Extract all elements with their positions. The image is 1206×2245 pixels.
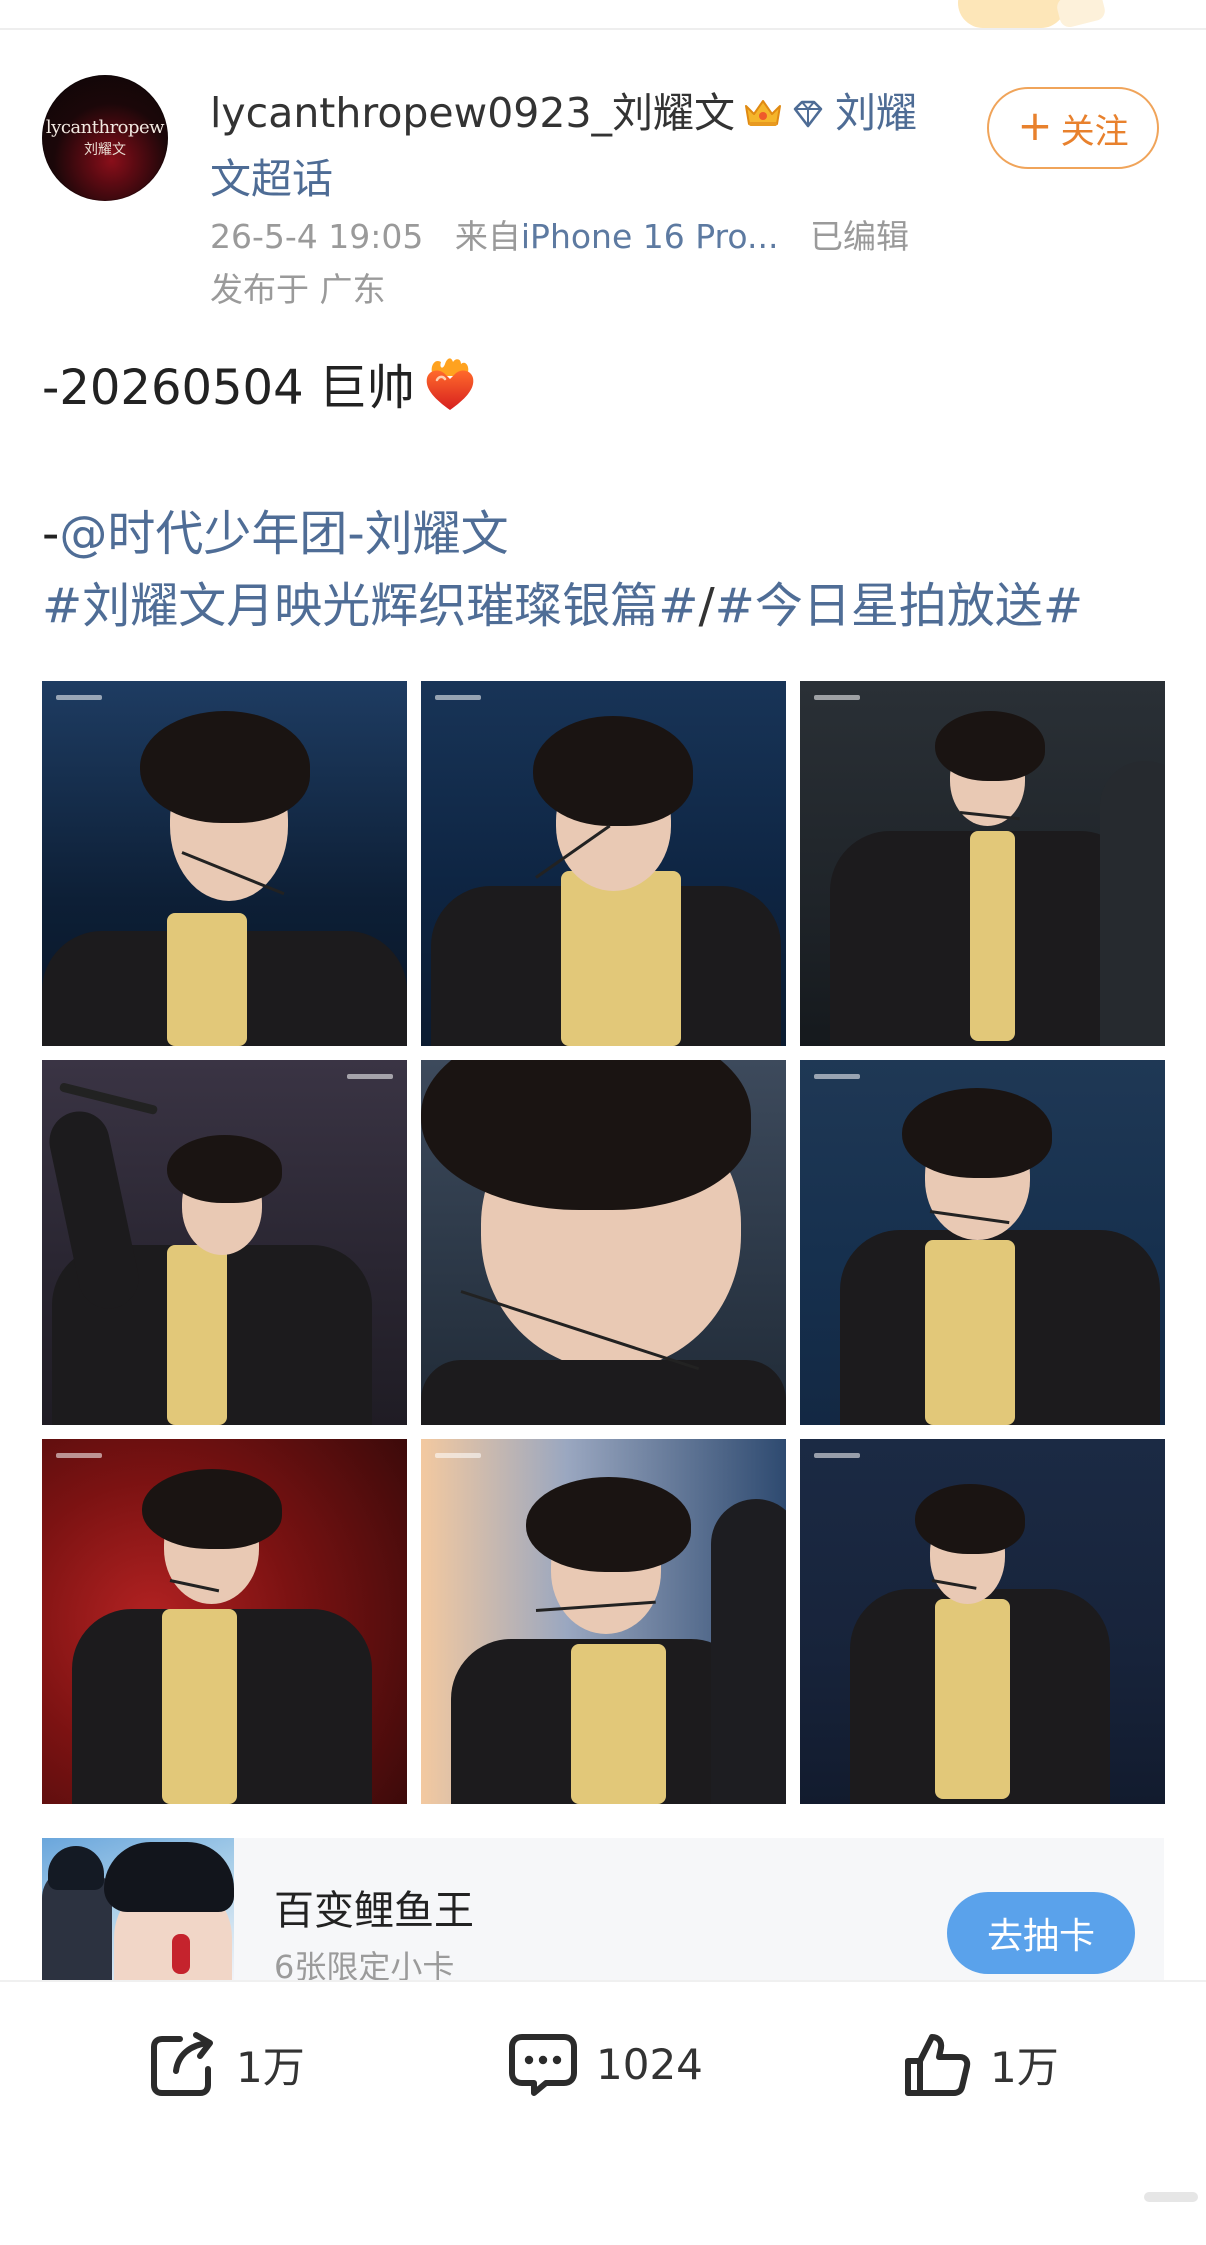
watermark: [435, 695, 481, 700]
username[interactable]: lycanthropew0923_刘耀文: [210, 89, 735, 137]
hair: [167, 1135, 282, 1203]
repost-count: 1万: [236, 2042, 305, 2092]
post-header: lycanthropew0923_刘耀文 刘耀文超话: [210, 80, 930, 212]
repost-icon: [151, 2032, 213, 2096]
crown-icon: [745, 100, 782, 126]
mention-link[interactable]: @时代少年团-刘耀文: [59, 506, 508, 562]
hair: [526, 1477, 691, 1572]
photo-2[interactable]: [421, 681, 786, 1046]
post-text-line: -20260504 巨帅: [42, 348, 479, 418]
photo-8[interactable]: [421, 1439, 786, 1804]
photo-6[interactable]: [800, 1060, 1165, 1425]
edited-label[interactable]: 已编辑: [810, 217, 909, 256]
mention-line: -@时代少年团-刘耀文: [42, 494, 509, 564]
ad-figure-right-hair: [104, 1842, 234, 1912]
post-location: 发布于 广东: [210, 270, 386, 309]
ad-red-accent: [172, 1934, 190, 1974]
photo-1[interactable]: [42, 681, 407, 1046]
handheld-mic: [58, 1082, 159, 1116]
background-person: [1100, 761, 1165, 1046]
avatar-text: lycanthropew: [45, 117, 165, 138]
diamond-icon: [793, 100, 823, 128]
ad-subtitle: 6张限定小卡: [274, 1948, 455, 1980]
follow-label: 关注: [1060, 111, 1129, 152]
shirt: [925, 1240, 1015, 1425]
draw-card-button[interactable]: 去抽卡: [947, 1892, 1135, 1974]
shirt: [571, 1644, 666, 1804]
like-count: 1万: [990, 2042, 1059, 2092]
like-icon: [905, 2034, 971, 2096]
photo-3[interactable]: [800, 681, 1165, 1046]
hashtag-line: #刘耀文月映光辉织璀璨银篇#/#今日星拍放送#: [42, 566, 1083, 636]
hair: [915, 1484, 1025, 1554]
hashtag-separator: /: [698, 578, 715, 634]
watermark: [814, 695, 860, 700]
hair: [421, 1060, 751, 1210]
comment-button[interactable]: 1024: [506, 2024, 703, 2104]
follow-button[interactable]: + 关注: [987, 87, 1159, 169]
hair: [935, 711, 1045, 781]
watermark: [56, 1453, 102, 1458]
watermark: [435, 1453, 481, 1458]
home-indicator: [1144, 2192, 1198, 2202]
top-badge-tail: [1055, 0, 1107, 30]
action-bar: 1万 1024 1万: [0, 1980, 1206, 2245]
photo-grid: [42, 681, 1165, 1804]
photo-4[interactable]: [42, 1060, 407, 1425]
post-time: 26-5-4 19:05: [210, 217, 424, 256]
watermark: [347, 1074, 393, 1079]
photo-9[interactable]: [800, 1439, 1165, 1804]
hair: [142, 1469, 282, 1549]
avatar[interactable]: lycanthropew 刘耀文: [42, 75, 168, 201]
comment-count: 1024: [596, 2039, 703, 2089]
shirt: [167, 913, 247, 1046]
post-text: -20260504 巨帅: [42, 360, 415, 416]
ad-title: 百变鲤鱼王: [274, 1888, 474, 1934]
top-badge: [958, 0, 1066, 28]
post-meta: 26-5-4 19:05 来自iPhone 16 Pro... 已编辑: [210, 210, 909, 258]
hashtag-link-2[interactable]: #今日星拍放送#: [715, 578, 1083, 634]
hair: [902, 1088, 1052, 1178]
shirt: [561, 871, 681, 1046]
plus-icon: +: [1017, 101, 1053, 150]
dash: -: [42, 506, 60, 562]
watermark: [56, 695, 102, 700]
top-strip: [0, 0, 1206, 30]
hair: [533, 716, 693, 826]
shirt: [167, 1245, 227, 1425]
background-person: [711, 1499, 786, 1804]
shirt: [935, 1599, 1010, 1799]
like-button[interactable]: 1万: [900, 2024, 1059, 2104]
photo-7[interactable]: [42, 1439, 407, 1804]
heart-fire-emoji: [426, 358, 474, 410]
device-link[interactable]: iPhone 16 Pro...: [521, 217, 779, 256]
watermark: [814, 1453, 860, 1458]
comment-icon: [509, 2034, 577, 2096]
repost-button[interactable]: 1万: [146, 2024, 305, 2104]
photo-5[interactable]: [421, 1060, 786, 1425]
ad-figure-left-hair: [48, 1846, 104, 1890]
hair: [140, 711, 310, 823]
ad-card[interactable]: 百变鲤鱼王 6张限定小卡 去抽卡: [42, 1838, 1164, 1980]
hashtag-link-1[interactable]: #刘耀文月映光辉织璀璨银篇#: [42, 578, 698, 634]
jacket: [421, 1360, 786, 1425]
avatar-subtext: 刘耀文: [84, 142, 126, 158]
shirt: [970, 831, 1015, 1041]
watermark: [814, 1074, 860, 1079]
ad-thumbnail: [42, 1838, 234, 1980]
via-label: 来自: [454, 217, 521, 256]
shirt: [162, 1609, 237, 1804]
